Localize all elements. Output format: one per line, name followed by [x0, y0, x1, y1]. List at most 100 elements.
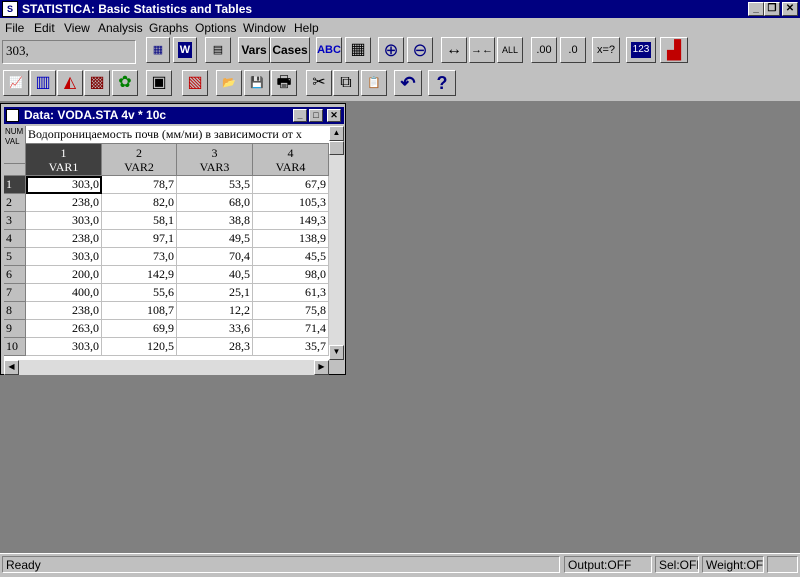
vars-button[interactable]: Vars: [238, 37, 270, 63]
table-cell[interactable]: 303,0: [26, 338, 102, 356]
table-cell[interactable]: 97,1: [102, 230, 177, 248]
data-window-minimize-button[interactable]: _: [293, 109, 307, 122]
vertical-scrollbar[interactable]: ▲ ▼: [329, 126, 344, 360]
open-icon[interactable]: 📂: [216, 70, 242, 96]
chart-surface-icon[interactable]: ◭: [57, 70, 83, 96]
table-cell[interactable]: 73,0: [102, 248, 177, 266]
cut-icon[interactable]: ✂: [306, 70, 332, 96]
menu-window[interactable]: Window: [243, 21, 286, 35]
table-cell[interactable]: 61,3: [253, 284, 329, 302]
spreadsheet-grid[interactable]: NUM VAL Водопроницаемость почв (мм/ми) в…: [4, 126, 329, 360]
graphs-gallery-icon[interactable]: ▦: [146, 37, 170, 63]
table-cell[interactable]: 55,6: [102, 284, 177, 302]
help-icon[interactable]: ?: [428, 70, 456, 96]
grid-lines-icon[interactable]: ▦: [345, 37, 371, 63]
data-window-maximize-button[interactable]: □: [309, 109, 323, 122]
formula-icon[interactable]: x=?: [592, 37, 620, 63]
undo-icon[interactable]: ↶: [394, 70, 422, 96]
table-cell[interactable]: 38,8: [177, 212, 253, 230]
table-cell[interactable]: 108,7: [102, 302, 177, 320]
menu-file[interactable]: File: [5, 21, 24, 35]
table-cell[interactable]: 98,0: [253, 266, 329, 284]
row-header[interactable]: 7: [4, 284, 26, 302]
table-cell[interactable]: 142,9: [102, 266, 177, 284]
row-header[interactable]: 3: [4, 212, 26, 230]
table-cell[interactable]: 70,4: [177, 248, 253, 266]
copy-icon[interactable]: ⧉: [333, 70, 359, 96]
table-cell[interactable]: 71,4: [253, 320, 329, 338]
row-header[interactable]: 6: [4, 266, 26, 284]
table-cell[interactable]: 238,0: [26, 230, 102, 248]
row-header[interactable]: 10: [4, 338, 26, 356]
table-cell[interactable]: 149,3: [253, 212, 329, 230]
app-icon[interactable]: S: [2, 1, 18, 17]
row-header[interactable]: 9: [4, 320, 26, 338]
data-window-title-bar[interactable]: Data: VODA.STA 4v * 10c _ □ ✕: [4, 107, 344, 124]
abc-font-icon[interactable]: ABC: [316, 37, 342, 63]
table-cell[interactable]: 78,7: [102, 176, 177, 194]
abc123-icon[interactable]: 123: [626, 37, 656, 63]
table-cell[interactable]: 238,0: [26, 302, 102, 320]
menu-options[interactable]: Options: [195, 21, 236, 35]
table-cell[interactable]: 49,5: [177, 230, 253, 248]
data-window-icon[interactable]: [6, 109, 19, 122]
row-header[interactable]: 8: [4, 302, 26, 320]
spreadsheet-icon[interactable]: ▤: [205, 37, 231, 63]
table-cell[interactable]: 82,0: [102, 194, 177, 212]
chart-custom-icon[interactable]: ▧: [182, 70, 208, 96]
bar-chart-icon[interactable]: ▟: [660, 37, 688, 63]
scroll-left-icon[interactable]: ◀: [4, 360, 19, 375]
table-cell[interactable]: 40,5: [177, 266, 253, 284]
chart-3d-bars-icon[interactable]: ▥: [30, 70, 56, 96]
data-window-close-button[interactable]: ✕: [327, 109, 341, 122]
table-cell[interactable]: 303,0: [26, 212, 102, 230]
table-cell[interactable]: 120,5: [102, 338, 177, 356]
column-header[interactable]: 2 VAR2: [102, 144, 177, 176]
menu-view[interactable]: View: [64, 21, 90, 35]
chart-line-icon[interactable]: 📈: [3, 70, 29, 96]
menu-edit[interactable]: Edit: [34, 21, 55, 35]
paste-icon[interactable]: 📋: [361, 70, 387, 96]
chart-icons-icon[interactable]: ✿: [112, 70, 138, 96]
cases-button[interactable]: Cases: [270, 37, 310, 63]
table-cell[interactable]: 33,6: [177, 320, 253, 338]
scroll-up-icon[interactable]: ▲: [329, 126, 344, 141]
table-cell[interactable]: 67,9: [253, 176, 329, 194]
table-cell[interactable]: 303,0: [26, 248, 102, 266]
table-cell[interactable]: 12,2: [177, 302, 253, 320]
close-button[interactable]: ✕: [782, 2, 798, 16]
table-cell[interactable]: 138,9: [253, 230, 329, 248]
row-header[interactable]: 4: [4, 230, 26, 248]
scroll-down-icon[interactable]: ▼: [329, 345, 344, 360]
decrease-decimals-icon[interactable]: .0: [560, 37, 586, 63]
status-sel[interactable]: Sel:OFF: [655, 556, 699, 573]
column-header[interactable]: 3 VAR3: [177, 144, 253, 176]
table-cell[interactable]: 303,0: [26, 176, 102, 194]
cell-value-field[interactable]: 303,: [2, 40, 136, 64]
workbook-icon[interactable]: W: [173, 37, 197, 63]
menu-help[interactable]: Help: [294, 21, 319, 35]
menu-graphs[interactable]: Graphs: [149, 21, 188, 35]
menu-analysis[interactable]: Analysis: [98, 21, 143, 35]
increase-decimals-icon[interactable]: .00: [531, 37, 557, 63]
minimize-button[interactable]: _: [748, 2, 764, 16]
save-icon[interactable]: 💾: [244, 70, 270, 96]
table-cell[interactable]: 75,8: [253, 302, 329, 320]
table-cell[interactable]: 263,0: [26, 320, 102, 338]
horizontal-scrollbar[interactable]: ◀ ▶: [4, 360, 329, 375]
num-val-corner[interactable]: NUM VAL: [4, 126, 26, 164]
table-cell[interactable]: 69,9: [102, 320, 177, 338]
table-cell[interactable]: 200,0: [26, 266, 102, 284]
zoom-out-icon[interactable]: ⊖: [407, 37, 433, 63]
table-cell[interactable]: 35,7: [253, 338, 329, 356]
all-columns-icon[interactable]: ALL: [497, 37, 523, 63]
table-cell[interactable]: 105,3: [253, 194, 329, 212]
table-cell[interactable]: 58,1: [102, 212, 177, 230]
table-cell[interactable]: 53,5: [177, 176, 253, 194]
widen-column-icon[interactable]: ↔: [441, 37, 467, 63]
narrow-column-icon[interactable]: →←: [469, 37, 495, 63]
status-weight[interactable]: Weight:OFF: [702, 556, 764, 573]
table-cell[interactable]: 400,0: [26, 284, 102, 302]
chart-stats-icon[interactable]: ▣: [146, 70, 172, 96]
column-header[interactable]: 4 VAR4: [253, 144, 329, 176]
